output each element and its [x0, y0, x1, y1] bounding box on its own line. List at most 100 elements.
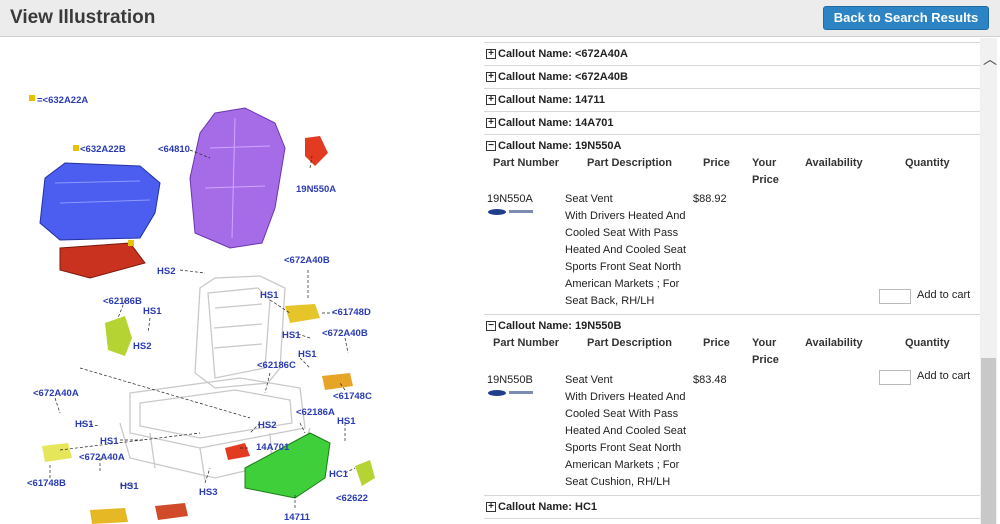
- expand-icon[interactable]: +: [486, 72, 496, 82]
- callout-name[interactable]: Callout Name: 14A701: [498, 117, 614, 129]
- diagram-label[interactable]: HS1: [337, 416, 356, 427]
- collapse-icon[interactable]: −: [486, 321, 496, 331]
- top-header: View Illustration Back to Search Results: [0, 0, 1000, 37]
- callout-row[interactable]: + Callout Name: 14711: [484, 89, 980, 112]
- part-desc-line: Cooled Seat With Pass: [565, 408, 679, 420]
- part-desc-line: Sports Front Seat North: [565, 261, 682, 273]
- diagram-label[interactable]: HS2: [157, 266, 175, 277]
- diagram-label[interactable]: <61748D: [332, 307, 371, 318]
- quantity-input[interactable]: [879, 370, 911, 385]
- col-availability: Availability: [805, 337, 863, 349]
- callout-row[interactable]: + Callout Name: <672A40A: [484, 43, 980, 66]
- ford-logo-icon: [488, 209, 506, 215]
- expand-icon[interactable]: +: [486, 502, 496, 512]
- diagram-label[interactable]: HS1: [282, 330, 301, 341]
- diagram-label[interactable]: HS1: [120, 481, 139, 492]
- page-title: View Illustration: [10, 7, 156, 28]
- add-to-cart-link[interactable]: Add to cart: [917, 370, 970, 382]
- brand-text-graphic: [509, 210, 533, 213]
- diagram-label[interactable]: <672A40B: [322, 328, 368, 339]
- part-desc-line: Heated And Cooled Seat: [565, 425, 687, 437]
- diagram-label[interactable]: <61748B: [27, 478, 66, 489]
- col-part-number: Part Number: [493, 337, 560, 349]
- callout-name[interactable]: Callout Name: <672A40A: [498, 48, 628, 60]
- vent-19n550a-part: [305, 136, 328, 166]
- part-desc-line: Seat Vent: [565, 193, 613, 205]
- col-your-price: Price: [752, 354, 779, 366]
- callout-expanded-19n550a: − Callout Name: 19N550A Part Number Part…: [484, 135, 980, 315]
- part-desc-line: Seat Back, RH/LH: [565, 295, 655, 307]
- col-your-price: Your: [752, 157, 777, 169]
- part-desc-line: Sports Front Seat North: [565, 442, 682, 454]
- diagram-label[interactable]: HC1: [329, 469, 349, 480]
- part-desc-line: American Markets ; For: [565, 278, 680, 290]
- diagram-label[interactable]: 19N550A: [296, 184, 336, 195]
- expand-icon[interactable]: +: [486, 49, 496, 59]
- collapse-icon[interactable]: −: [486, 141, 496, 151]
- illustration-panel: =<632A22A <632A22B <64810 19N550A HS2 <6…: [0, 38, 480, 524]
- part-desc-line: Heated And Cooled Seat: [565, 244, 687, 256]
- quantity-input[interactable]: [879, 289, 911, 304]
- part-desc-line: Seat Cushion, RH/LH: [565, 476, 671, 488]
- callout-row[interactable]: + Callout Name: <672A40B: [484, 66, 980, 89]
- col-your-price: Your: [752, 337, 777, 349]
- diagram-label[interactable]: HS1: [75, 419, 94, 430]
- callout-name[interactable]: Callout Name: <672A40B: [498, 71, 628, 83]
- diagram-label[interactable]: 14711: [284, 512, 311, 523]
- callout-name[interactable]: Callout Name: HC1: [498, 501, 597, 513]
- diagram-label[interactable]: <672A40A: [79, 452, 125, 463]
- diagram-label[interactable]: <64810: [158, 144, 190, 155]
- callout-expanded-19n550b: − Callout Name: 19N550B Part Number Part…: [484, 315, 980, 496]
- callout-name[interactable]: Callout Name: 19N550A: [498, 140, 622, 152]
- diagram-label[interactable]: <672A40A: [33, 388, 79, 399]
- callout-name[interactable]: Callout Name: 19N550B: [498, 320, 622, 332]
- diagram-label[interactable]: =<632A22A: [37, 95, 88, 106]
- diagram-label[interactable]: <61748C: [333, 391, 372, 402]
- col-price: Price: [703, 337, 730, 349]
- diagram-label[interactable]: HS2: [133, 341, 151, 352]
- diagram-label[interactable]: HS2: [258, 420, 276, 431]
- diagram-label[interactable]: <632A22B: [80, 144, 126, 155]
- module-bottom-2: [155, 503, 188, 520]
- parts-scrollbar[interactable]: ︿: [980, 38, 997, 524]
- col-part-description: Part Description: [587, 337, 672, 349]
- diagram-label[interactable]: HS1: [260, 290, 279, 301]
- seat-back-pad: [189, 107, 286, 249]
- exploded-seat-diagram: =<632A22A <632A22B <64810 19N550A HS2 <6…: [27, 95, 375, 524]
- diagram-label[interactable]: HS1: [100, 436, 119, 447]
- callout-name[interactable]: Callout Name: 14711: [498, 94, 605, 106]
- side-bracket-62186b: [105, 316, 132, 356]
- callout-row[interactable]: + Callout Name: HC1: [484, 496, 980, 519]
- col-price: Price: [703, 157, 730, 169]
- col-quantity: Quantity: [905, 157, 950, 169]
- expand-icon[interactable]: +: [486, 95, 496, 105]
- module-61748c: [322, 373, 353, 390]
- col-part-number: Part Number: [493, 157, 560, 169]
- diagram-label[interactable]: <62186A: [296, 407, 335, 418]
- callout-row[interactable]: + Callout Name: 14A701: [484, 112, 980, 135]
- diagram-label[interactable]: HS3: [199, 487, 217, 498]
- part-number[interactable]: 19N550A: [487, 191, 533, 208]
- diagram-label[interactable]: <62622: [336, 493, 368, 504]
- col-availability: Availability: [805, 157, 863, 169]
- chevron-up-icon[interactable]: ︿: [983, 52, 997, 66]
- part-price: $88.92: [693, 193, 727, 205]
- diagram-label[interactable]: HS1: [298, 349, 317, 360]
- legend-square-icon: [29, 95, 35, 101]
- diagram-label[interactable]: <62186C: [257, 360, 296, 371]
- diagram-label[interactable]: 14A701: [256, 442, 290, 453]
- scrollbar-thumb[interactable]: [981, 358, 996, 524]
- marker-632a22b: [73, 145, 79, 151]
- col-quantity: Quantity: [905, 337, 950, 349]
- cushion-heater-element: [59, 242, 146, 279]
- module-14a701: [225, 443, 250, 460]
- col-part-description: Part Description: [587, 157, 672, 169]
- add-to-cart-link[interactable]: Add to cart: [917, 289, 970, 301]
- diagram-label[interactable]: <672A40B: [284, 255, 330, 266]
- diagram-label[interactable]: HS1: [143, 306, 162, 317]
- back-to-search-results-button[interactable]: Back to Search Results: [823, 6, 989, 30]
- diagram-label[interactable]: <62186B: [103, 296, 142, 307]
- expand-icon[interactable]: +: [486, 118, 496, 128]
- part-number[interactable]: 19N550B: [487, 372, 533, 389]
- col-your-price: Price: [752, 174, 779, 186]
